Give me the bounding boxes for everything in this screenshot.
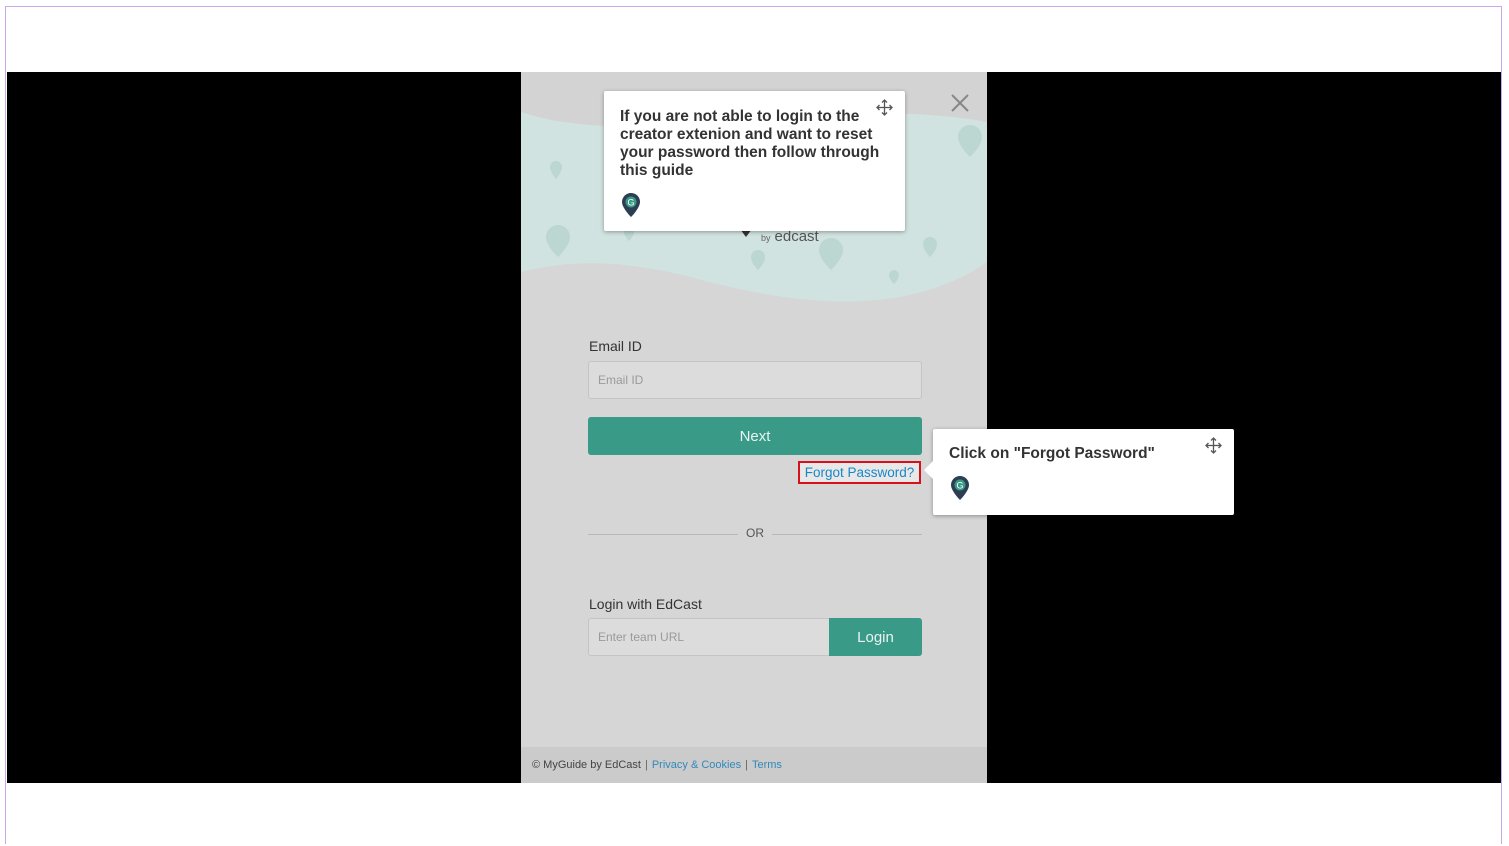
move-icon[interactable] bbox=[876, 99, 893, 116]
svg-text:G: G bbox=[627, 198, 634, 208]
step-tooltip: Click on "Forgot Password" G bbox=[924, 429, 1234, 515]
intro-tooltip: If you are not able to login to the crea… bbox=[604, 91, 905, 231]
footer-copyright: © MyGuide by EdCast bbox=[532, 759, 641, 771]
step-tooltip-text: Click on "Forgot Password" bbox=[949, 445, 1155, 462]
team-url-input[interactable] bbox=[588, 618, 830, 656]
divider-line-left bbox=[588, 534, 738, 535]
next-button[interactable]: Next bbox=[588, 417, 922, 455]
myguide-pin-icon: G bbox=[951, 476, 969, 500]
move-icon[interactable] bbox=[1205, 437, 1222, 454]
email-label: Email ID bbox=[589, 338, 642, 354]
brand-by: by bbox=[761, 233, 771, 243]
forgot-password-link[interactable]: Forgot Password? bbox=[798, 461, 921, 484]
terms-link[interactable]: Terms bbox=[752, 759, 782, 771]
or-label: OR bbox=[746, 526, 764, 540]
email-input[interactable] bbox=[588, 361, 922, 399]
login-button[interactable]: Login bbox=[829, 618, 922, 656]
svg-text:G: G bbox=[956, 481, 963, 491]
or-divider: OR bbox=[588, 526, 922, 540]
edcast-login-label: Login with EdCast bbox=[589, 596, 702, 612]
divider-line-right bbox=[772, 534, 922, 535]
myguide-pin-icon: G bbox=[622, 193, 640, 217]
close-icon[interactable] bbox=[949, 92, 971, 114]
privacy-link[interactable]: Privacy & Cookies bbox=[652, 759, 741, 771]
intro-tooltip-text: If you are not able to login to the crea… bbox=[620, 108, 880, 179]
footer: © MyGuide by EdCast | Privacy & Cookies | Te… bbox=[521, 747, 987, 783]
